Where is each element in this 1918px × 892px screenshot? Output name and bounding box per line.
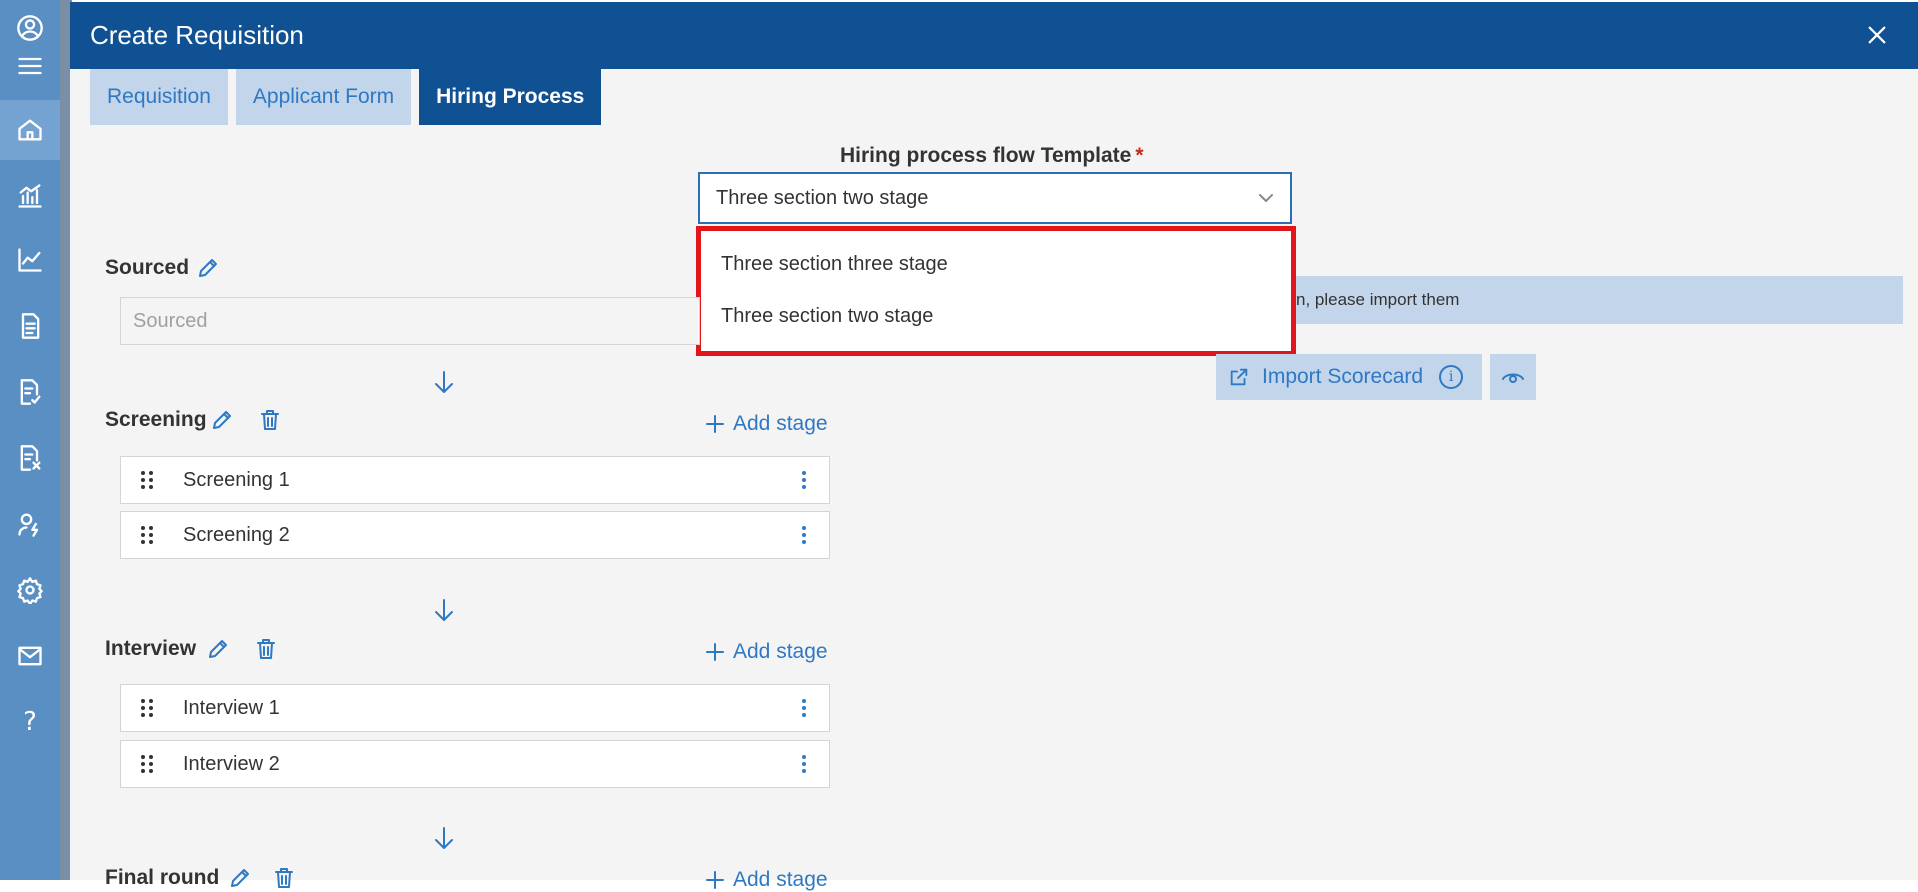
required-marker: * xyxy=(1135,144,1144,167)
add-stage-label: Add stage xyxy=(733,868,828,891)
gear-icon xyxy=(17,577,43,604)
pencil-icon xyxy=(213,411,231,429)
sourced-placeholder: Sourced xyxy=(133,309,208,332)
edit-screening-button[interactable] xyxy=(208,406,236,434)
home-button[interactable] xyxy=(0,100,60,160)
document-icon xyxy=(21,313,40,339)
document-x-icon xyxy=(20,445,41,471)
stage-label: Interview 1 xyxy=(183,697,280,719)
pencil-icon xyxy=(231,869,249,887)
stage-label: Screening 2 xyxy=(183,524,290,546)
modal-tabs: Requisition Applicant Form Hiring Proces… xyxy=(90,69,602,125)
home-icon xyxy=(18,119,42,141)
arrow-down-icon xyxy=(430,368,458,396)
more-vertical-icon[interactable] xyxy=(799,753,809,775)
pencil-icon xyxy=(209,640,227,658)
eye-icon xyxy=(1502,373,1524,383)
trash-icon xyxy=(257,639,275,659)
settings-button[interactable] xyxy=(0,562,60,618)
app-rail: ? xyxy=(0,0,60,880)
section-title-interview: Interview xyxy=(105,637,197,660)
section-title-screening: Screening xyxy=(105,408,207,431)
close-icon xyxy=(1868,26,1886,44)
add-stage-screening[interactable]: Add stage xyxy=(705,412,828,436)
add-stage-label: Add stage xyxy=(733,412,828,435)
section-title-sourced: Sourced xyxy=(105,256,190,279)
pencil-icon xyxy=(199,259,217,277)
add-stage-label: Add stage xyxy=(733,640,828,663)
trends-button[interactable] xyxy=(0,232,60,288)
close-button[interactable] xyxy=(1862,20,1892,50)
tab-requisition[interactable]: Requisition xyxy=(90,69,228,125)
delete-final-round-button[interactable] xyxy=(270,864,298,892)
hamburger-icon xyxy=(18,57,42,75)
stage-label: Screening 1 xyxy=(183,469,290,491)
rejected-button[interactable] xyxy=(0,430,60,486)
stage-row[interactable]: Screening 1 xyxy=(120,456,830,504)
template-select[interactable]: Three section two stage xyxy=(698,172,1292,224)
scorecard-info-text: n, please import them xyxy=(1296,290,1460,309)
stage-row[interactable]: Screening 2 xyxy=(120,511,830,559)
import-scorecard-label: Import Scorecard xyxy=(1262,365,1424,388)
drag-handle-icon[interactable] xyxy=(137,753,157,775)
help-icon: ? xyxy=(23,707,37,737)
approvals-button[interactable] xyxy=(0,364,60,420)
preview-scorecard-button[interactable] xyxy=(1490,354,1536,400)
mail-button[interactable] xyxy=(0,628,60,684)
drag-handle-icon[interactable] xyxy=(137,697,157,719)
delete-screening-button[interactable] xyxy=(256,406,284,434)
tab-hiring-process[interactable]: Hiring Process xyxy=(419,69,602,125)
template-selected-value: Three section two stage xyxy=(716,186,929,209)
bar-chart-icon xyxy=(18,184,42,208)
edit-sourced-button[interactable] xyxy=(194,254,222,282)
create-requisition-modal: Create Requisition Requisition Applicant… xyxy=(70,2,1918,891)
template-label-text: Hiring process flow Template xyxy=(840,144,1132,167)
more-vertical-icon[interactable] xyxy=(799,469,809,491)
people-button[interactable] xyxy=(0,496,60,552)
add-stage-final-round[interactable]: Add stage xyxy=(705,868,828,892)
share-icon xyxy=(1230,368,1248,386)
template-option-two-stage[interactable]: Three section two stage xyxy=(721,305,933,328)
tab-applicant-form[interactable]: Applicant Form xyxy=(235,69,412,125)
template-label: Hiring process flow Template * xyxy=(840,144,1144,168)
arrow-down-icon xyxy=(430,596,458,624)
drag-handle-icon[interactable] xyxy=(137,524,157,546)
add-stage-interview[interactable]: Add stage xyxy=(705,640,828,664)
delete-interview-button[interactable] xyxy=(252,635,280,663)
chevron-down-icon xyxy=(1256,188,1276,208)
documents-button[interactable] xyxy=(0,298,60,354)
scorecard-info-banner: n, please import them xyxy=(1296,276,1903,324)
info-icon[interactable]: i xyxy=(1439,365,1464,389)
line-chart-icon xyxy=(18,248,42,272)
modal-header: Create Requisition xyxy=(70,2,1918,69)
plus-icon xyxy=(706,871,724,889)
template-dropdown: Three section three stage Three section … xyxy=(696,226,1296,356)
modal-title: Create Requisition xyxy=(90,20,304,50)
more-vertical-icon[interactable] xyxy=(799,524,809,546)
menu-button[interactable] xyxy=(0,38,60,94)
stage-label: Interview 2 xyxy=(183,753,280,775)
trash-icon xyxy=(261,410,279,430)
stage-row[interactable]: Interview 1 xyxy=(120,684,830,732)
sourced-field: Sourced xyxy=(120,297,700,345)
more-vertical-icon[interactable] xyxy=(799,697,809,719)
edit-final-round-button[interactable] xyxy=(226,864,254,892)
stage-row[interactable]: Interview 2 xyxy=(120,740,830,788)
document-check-icon xyxy=(20,379,41,405)
plus-icon xyxy=(706,415,724,433)
section-title-final-round: Final round xyxy=(105,866,220,889)
person-flash-icon xyxy=(18,513,39,537)
trash-icon xyxy=(275,868,293,888)
analytics-button[interactable] xyxy=(0,168,60,224)
template-option-three-stage[interactable]: Three section three stage xyxy=(721,253,948,276)
plus-icon xyxy=(706,643,724,661)
edit-interview-button[interactable] xyxy=(204,635,232,663)
drag-handle-icon[interactable] xyxy=(137,469,157,491)
import-scorecard-button[interactable]: Import Scorecard i xyxy=(1216,354,1482,400)
mail-icon xyxy=(18,646,42,666)
help-button[interactable]: ? xyxy=(0,694,60,750)
arrow-down-icon xyxy=(430,824,458,852)
